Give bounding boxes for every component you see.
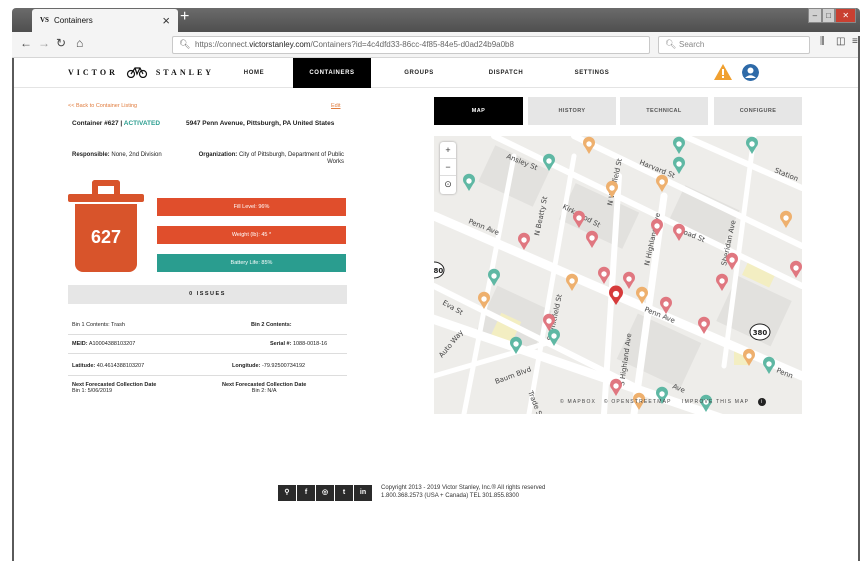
map-attribution: © MAPBOX © OPENSTREETMAP IMPROVE THIS MA… xyxy=(560,398,766,406)
search-icon: 🔍︎ xyxy=(179,39,191,49)
search-placeholder: Search xyxy=(679,40,705,49)
status-badge: ACTIVATED xyxy=(123,120,161,127)
new-tab-button[interactable]: + xyxy=(180,8,189,26)
tab-technical[interactable]: TECHNICAL xyxy=(620,97,708,125)
meid-row: MEID: A10004388103207 Serial #: 1088-001… xyxy=(68,335,347,354)
edit-link[interactable]: Edit xyxy=(331,103,340,109)
container-id: Container #627 | ACTIVATED xyxy=(72,120,161,127)
tab-map[interactable]: MAP xyxy=(434,97,523,125)
alert-icon[interactable] xyxy=(714,64,732,80)
openstreetmap-link[interactable]: © OPENSTREETMAP xyxy=(604,399,672,405)
social-links: ⚲ f ◎ t in xyxy=(278,485,372,501)
responsible-field: Responsible: None, 2nd Division xyxy=(72,152,162,158)
user-icon[interactable] xyxy=(742,64,759,81)
latitude-value: 40.4614388103207 xyxy=(96,363,145,369)
arrow-left-icon[interactable]: ← xyxy=(20,36,32,50)
trash-can-icon: 627 xyxy=(68,180,146,274)
issues-button[interactable]: 0 ISSUES xyxy=(68,285,347,304)
tab-close-icon[interactable]: × xyxy=(162,13,170,28)
zoom-out-button[interactable]: − xyxy=(440,159,456,176)
nav-dispatch[interactable]: DISPATCH xyxy=(476,58,536,88)
nav-home[interactable]: HOME xyxy=(224,58,284,88)
url-domain: victorstanley.com xyxy=(249,40,311,49)
browser-toolbar: ← → ↻ ⌂ 🔍︎ https://connect.victorstanley… xyxy=(12,32,860,58)
route-shield-label: 380 xyxy=(753,329,768,337)
tab-configure[interactable]: CONFIGURE xyxy=(714,97,802,125)
sidebar-icon[interactable]: ◫ xyxy=(836,36,845,47)
window-edge xyxy=(12,58,14,561)
tab-favicon: VS xyxy=(40,16,49,24)
browser-tab[interactable]: VS Containers × xyxy=(32,9,178,32)
map-canvas[interactable]: Ansley St Harvard St Station Kirkwood St… xyxy=(434,136,802,414)
back-to-listing-link[interactable]: << Back to Container Listing xyxy=(68,103,137,109)
copyright-text: Copyright 2013 - 2019 Victor Stanley, In… xyxy=(381,485,546,491)
window-edge xyxy=(858,36,860,561)
search-icon: 🔍︎ xyxy=(665,39,677,49)
url-bar[interactable]: 🔍︎ https://connect.victorstanley.com/Con… xyxy=(172,36,650,54)
instagram-icon[interactable]: ◎ xyxy=(316,485,334,501)
bin2-contents: Bin 2 Contents: xyxy=(251,322,292,328)
twitter-icon[interactable]: t xyxy=(335,485,353,501)
meid-value: A10004388103207 xyxy=(88,341,136,347)
nav-containers[interactable]: CONTAINERS xyxy=(293,58,371,88)
battery-bar: Battery Life: 85% xyxy=(157,254,346,272)
bin-number: 627 xyxy=(75,204,137,272)
route-shield-label: 380 xyxy=(434,267,443,275)
search-input[interactable]: 🔍︎ Search xyxy=(658,36,810,54)
url-prefix: https://connect. xyxy=(195,40,250,49)
fill-level-bar: Fill Level: 96% xyxy=(157,198,346,216)
container-address: 5947 Penn Avenue, Pittsburgh, PA United … xyxy=(186,120,335,127)
tab-title: Containers xyxy=(54,16,93,25)
forecast-bin2: Next Forecasted Collection Date Bin 2: N… xyxy=(222,382,307,394)
weight-bar: Weight (lb): 45 * xyxy=(157,226,346,244)
library-icon[interactable]: ⫼ xyxy=(820,36,825,47)
maximize-button[interactable]: □ xyxy=(821,8,836,23)
longitude-value: -79.92500734192 xyxy=(261,363,306,369)
bike-icon[interactable]: ⚲ xyxy=(278,485,296,501)
map-zoom-controls: + − ⊙ xyxy=(440,142,456,194)
window-controls: – □ ✕ xyxy=(808,8,857,23)
site-header: VICTOR STANLEY HOME CONTAINERS GROUPS DI… xyxy=(14,58,858,88)
nav-settings[interactable]: SETTINGS xyxy=(562,58,622,88)
improve-map-link[interactable]: IMPROVE THIS MAP xyxy=(682,399,749,405)
copyright: Copyright 2013 - 2019 Victor Stanley, In… xyxy=(381,484,545,500)
arrow-right-icon[interactable]: → xyxy=(38,36,50,50)
tab-history[interactable]: HISTORY xyxy=(528,97,616,125)
detail-tabs: MAP HISTORY TECHNICAL CONFIGURE xyxy=(434,97,802,125)
facebook-icon[interactable]: f xyxy=(297,485,315,501)
home-icon[interactable]: ⌂ xyxy=(76,36,83,50)
nav-groups[interactable]: GROUPS xyxy=(389,58,449,88)
reload-icon[interactable]: ↻ xyxy=(56,36,66,50)
bin-contents-row: Bin 1 Contents: Trash Bin 2 Contents: xyxy=(68,316,347,335)
zoom-in-button[interactable]: + xyxy=(440,142,456,159)
menu-icon[interactable]: ≡ xyxy=(852,36,858,47)
info-icon[interactable]: i xyxy=(757,398,766,406)
serial-value: 1088-0018-16 xyxy=(292,341,328,347)
forecast-bin1: Next Forecasted Collection Date Bin 1: 5… xyxy=(72,382,157,394)
mapbox-link[interactable]: © MAPBOX xyxy=(560,399,596,405)
organization-field: Organization: City of Pittsburgh, Depart… xyxy=(198,152,344,165)
minimize-button[interactable]: – xyxy=(808,8,822,23)
coordinates-row: Latitude: 40.4614388103207 Longitude: -7… xyxy=(68,357,347,376)
close-window-button[interactable]: ✕ xyxy=(835,8,857,23)
victor-stanley-logo[interactable]: VICTOR STANLEY xyxy=(68,67,214,78)
linkedin-icon[interactable]: in xyxy=(354,485,372,501)
url-path: /Containers?id=4c4dfd33-86cc-4f85-84e5-d… xyxy=(310,40,514,49)
logo-bike-icon xyxy=(126,67,147,78)
map-view[interactable]: Ansley St Harvard St Station Kirkwood St… xyxy=(434,136,802,414)
crosshair-icon[interactable]: ⊙ xyxy=(440,176,456,193)
contact-phone: 1.800.368.2573 (USA + Canada) TEL 301.85… xyxy=(381,493,519,499)
bin1-contents: Bin 1 Contents: Trash xyxy=(72,322,125,328)
